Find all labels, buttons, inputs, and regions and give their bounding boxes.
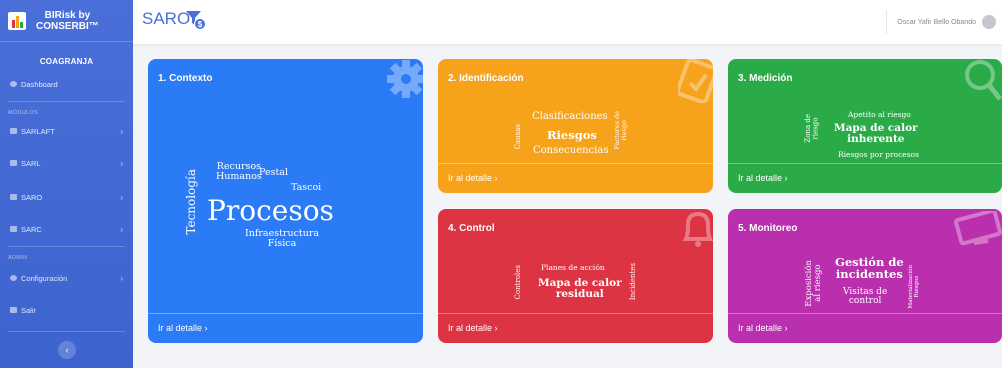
sidebar-item-salir[interactable]: Salir (0, 303, 133, 317)
divider (8, 101, 125, 102)
section-label-admin: ADMIN (8, 255, 28, 261)
sidebar-item-dashboard[interactable]: Dashboard (0, 77, 133, 91)
brand-line1: BIRisk by (44, 9, 91, 21)
sidebar-item-label: SARO (21, 192, 43, 202)
word-incidentes: Incidentes (629, 263, 637, 301)
word-materializacion-riesgos: Materialización Riesgos (908, 265, 920, 309)
sidebar-item-sarl[interactable]: SARL › (0, 156, 133, 170)
sidebar-item-label: SARC (21, 224, 42, 234)
card-title: 2. Identificación (448, 73, 524, 84)
bell-icon (682, 211, 713, 247)
detail-link[interactable]: Ir al detalle › (728, 163, 1002, 193)
logout-icon (10, 307, 17, 313)
filter-icon[interactable]: $ (186, 11, 206, 31)
chevron-right-icon: › (120, 126, 123, 136)
topbar: SARO $ Oscar Yafir Bello Obando (133, 0, 1002, 44)
page-title: SARO (142, 9, 191, 28)
word-consecuencias: Consecuencias (533, 145, 609, 156)
word-mapa-de-calor-residual: Mapa de calor residual (538, 277, 622, 301)
brand-name: BIRisk by CONSERBI™ (36, 10, 99, 32)
word-procesos: Procesos (207, 194, 334, 227)
sidebar-toggle-button[interactable]: ‹ (58, 341, 76, 359)
word-controles: Controles (514, 265, 522, 300)
section-label-modules: MÓDULOS (8, 110, 38, 116)
divider (8, 246, 125, 247)
word-causas: Causas (514, 124, 522, 150)
word-recursos-humanos: Recursos Humanos (216, 161, 262, 182)
card-title: 4. Control (448, 223, 495, 234)
sidebar-item-sarlaft[interactable]: SARLAFT › (0, 124, 133, 138)
brand[interactable]: BIRisk by CONSERBI™ (0, 0, 133, 42)
brand-logo-icon (8, 11, 26, 30)
word-riesgos-por-procesos: Riesgos por procesos (838, 150, 919, 159)
word-pestal: Pestal (259, 167, 288, 178)
word-riesgos: Riesgos (547, 128, 597, 142)
user-name: Oscar Yafir Bello Obando (897, 18, 976, 26)
word-mapa-de-calor-inherente: Mapa de calor inherente (834, 122, 918, 146)
word-infraestructura-fisica: Infraestructura Física (245, 228, 320, 249)
word-factores-de-riesgo: Factores de riesgo (613, 111, 628, 150)
magnifier-icon (965, 60, 1002, 101)
currency-badge: $ (198, 20, 203, 29)
sidebar-item-configuracion[interactable]: Configuración › (0, 271, 133, 285)
word-visitas-de-control: Visitas de control (843, 287, 888, 307)
chevron-right-icon: › (120, 224, 123, 234)
card-identificacion[interactable]: 2. Identificación Causas Clasificaciones… (438, 59, 713, 193)
card-title: 3. Medición (738, 73, 793, 84)
word-tecnologia: Tecnología (184, 169, 198, 235)
word-planes-de-accion: Planes de acción (541, 263, 605, 272)
sidebar-item-label: Salir (21, 305, 37, 315)
card-control[interactable]: 4. Control Controles Planes de acción Ma… (438, 209, 713, 343)
detail-link[interactable]: Ir al detalle › (438, 163, 713, 193)
monitor-icon (954, 211, 1002, 246)
detail-link[interactable]: Ir al detalle › (438, 313, 713, 343)
card-contexto[interactable]: 1. Contexto Recursos Humanos Pestal Tasc… (148, 59, 423, 343)
chevron-right-icon: › (120, 158, 123, 168)
chart-icon (10, 128, 17, 134)
card-medicion[interactable]: 3. Medición Zona de riesgo Apetito al ri… (728, 59, 1002, 193)
chevron-right-icon: › (120, 273, 123, 283)
sidebar-item-label: SARLAFT (21, 126, 55, 136)
sidebar-item-label: Dashboard (21, 79, 58, 89)
card-monitoreo[interactable]: 5. Monitoreo Exposición al riesgo Gestió… (728, 209, 1002, 343)
word-tascoi: Tascoi (291, 182, 322, 193)
dashboard-icon (10, 81, 17, 87)
word-exposicion-al-riesgo: Exposición al riesgo (804, 260, 823, 307)
word-gestion-de-incidentes: Gestión de incidentes (835, 255, 904, 282)
gear-icon (387, 60, 423, 98)
sidebar-item-label: SARL (21, 158, 41, 168)
word-zona-de-riesgo: Zona de riesgo (804, 114, 820, 143)
detail-link[interactable]: Ir al detalle › (728, 313, 1002, 343)
table-icon (10, 226, 17, 232)
chevron-left-icon: ‹ (65, 345, 69, 355)
word-clasificaciones: Clasificaciones (532, 111, 608, 122)
detail-link[interactable]: Ir al detalle › (148, 313, 423, 343)
avatar (982, 15, 996, 29)
checklist-icon (678, 59, 713, 103)
sidebar-item-label: Configuración (21, 273, 68, 283)
organization-name: COAGRANJA (39, 57, 94, 66)
users-icon (10, 194, 17, 200)
chevron-right-icon: › (120, 192, 123, 202)
divider (8, 331, 125, 332)
sidebar-item-saro[interactable]: SARO › (0, 190, 133, 204)
brand-line2: CONSERBI™ (36, 20, 99, 32)
gear-icon (10, 275, 17, 281)
card-title: 5. Monitoreo (738, 223, 798, 234)
user-menu[interactable]: Oscar Yafir Bello Obando (886, 10, 1002, 34)
sidebar: BIRisk by CONSERBI™ COAGRANJA Dashboard … (0, 0, 133, 368)
table-icon (10, 160, 17, 166)
sidebar-item-sarc[interactable]: SARC › (0, 222, 133, 236)
card-title: 1. Contexto (158, 73, 213, 84)
word-apetito-al-riesgo: Apetito al riesgo (848, 110, 911, 119)
